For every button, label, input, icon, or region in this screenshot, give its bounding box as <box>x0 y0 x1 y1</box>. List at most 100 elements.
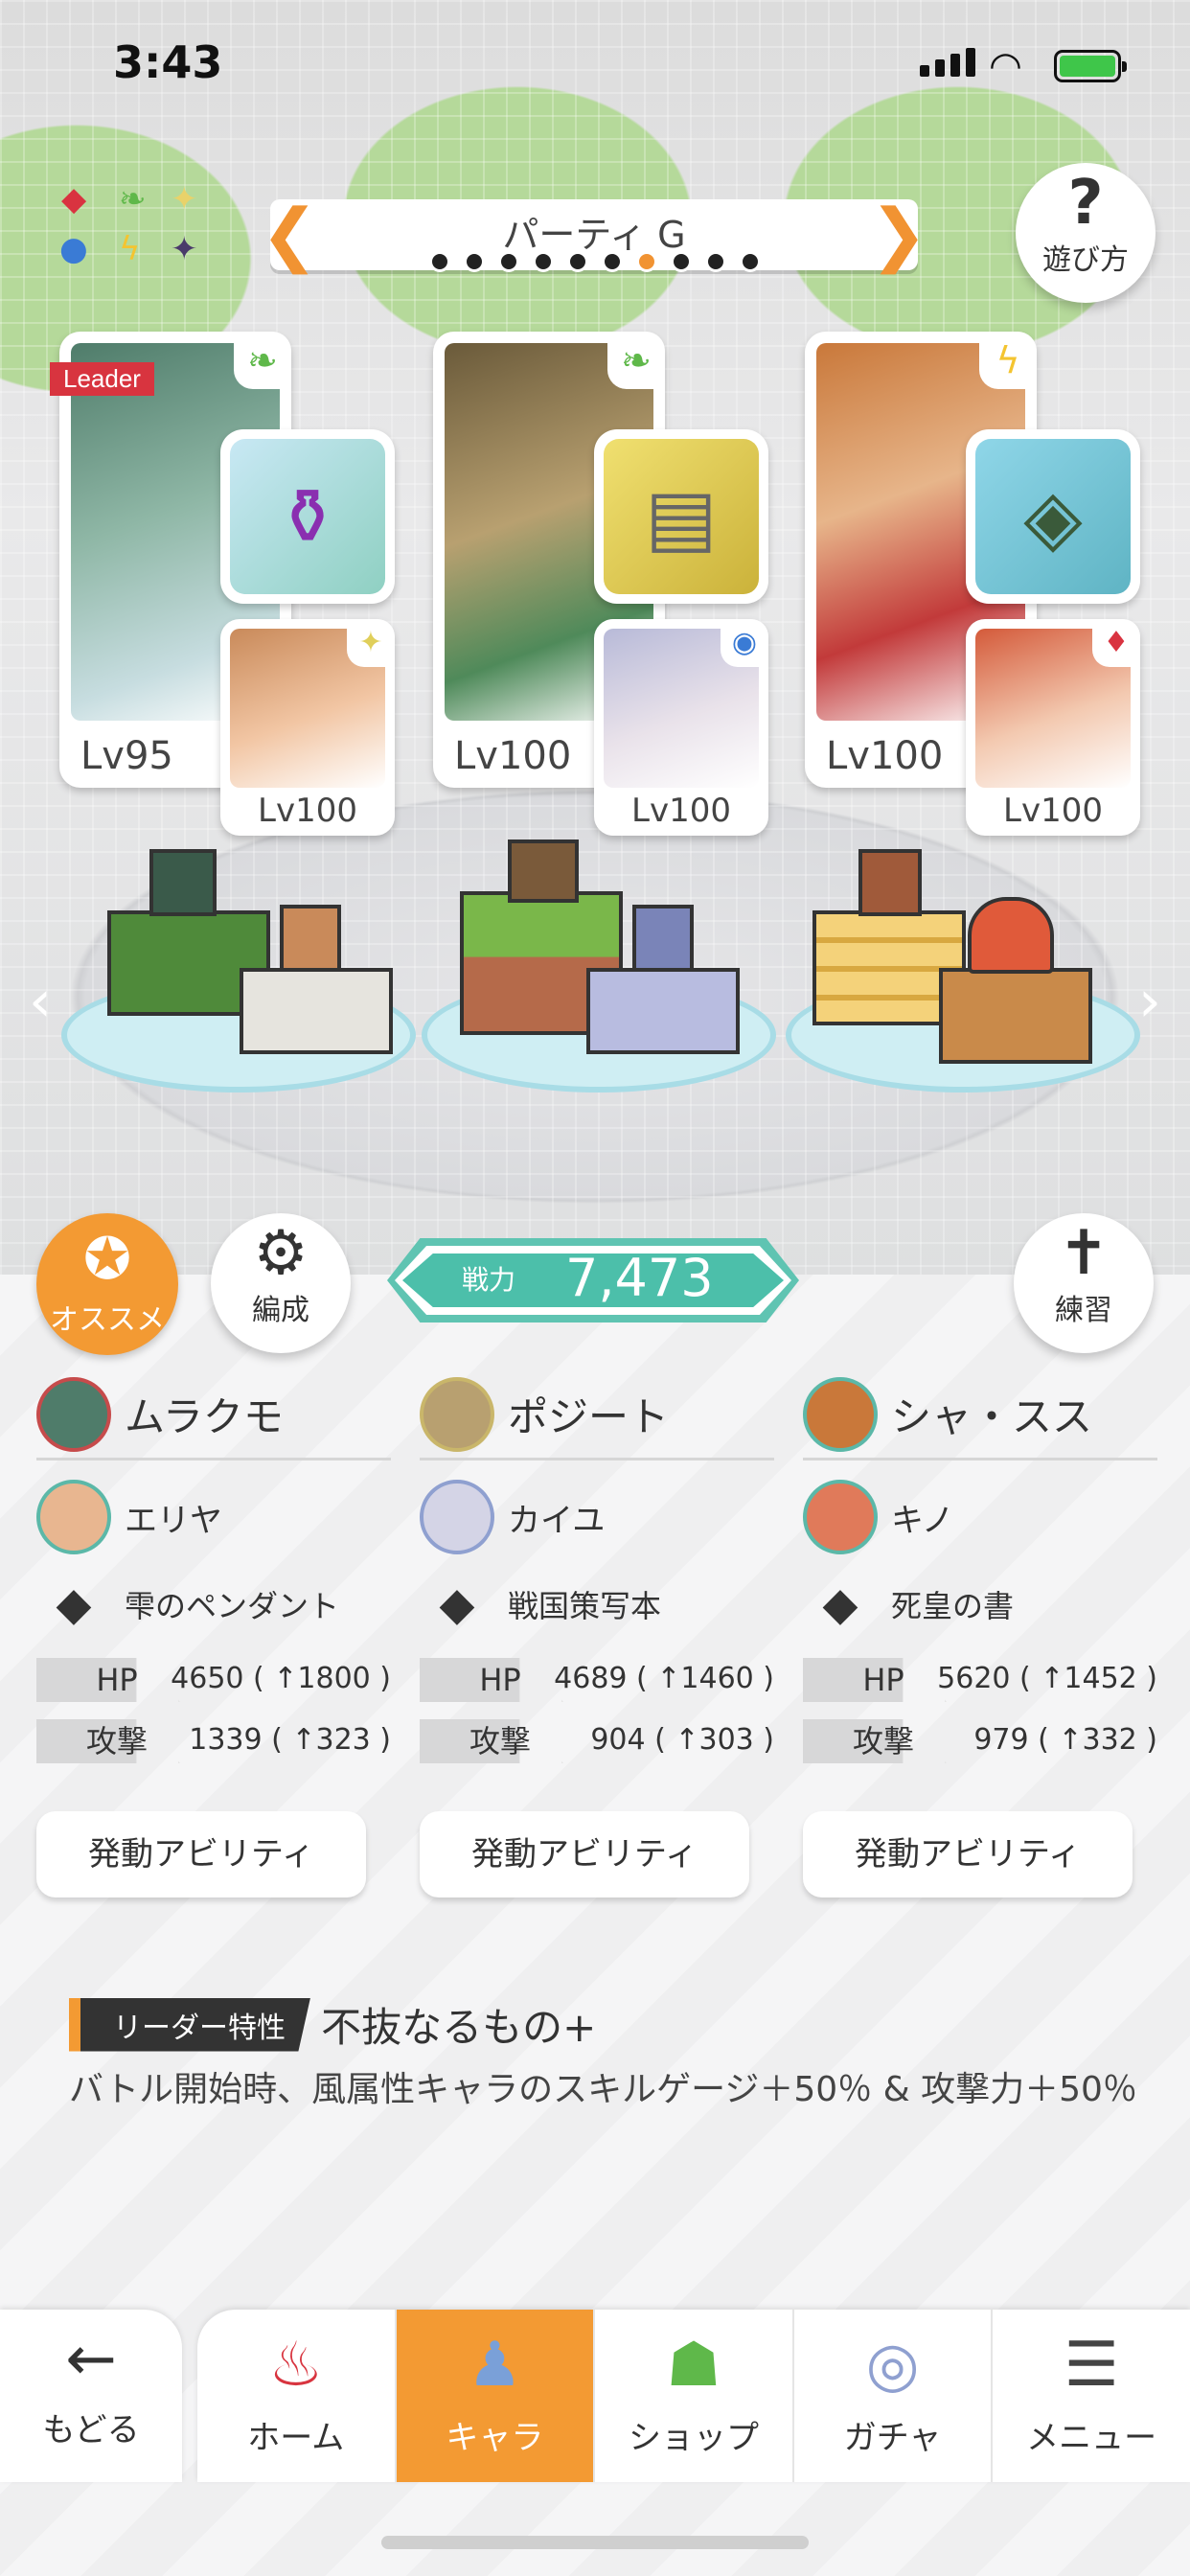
party-dot[interactable] <box>464 251 485 272</box>
wifi-icon: ◠ <box>989 44 1022 88</box>
pixel-block <box>586 968 740 1054</box>
book-icon: ◈ <box>975 439 1131 594</box>
arrow-left-icon: ← <box>65 2324 117 2395</box>
formation-gear-icon: ⚙ <box>253 1218 309 1289</box>
leaf-icon: ❧ <box>119 180 147 218</box>
tab-shop[interactable]: ☗ ショップ <box>595 2310 794 2482</box>
recommend-button[interactable]: ✪ オススメ <box>36 1213 178 1355</box>
pixel-sprite <box>858 849 922 916</box>
pixel-sprite <box>632 905 694 972</box>
pixel-sprite <box>280 905 341 972</box>
potion-icon: ⚱ <box>230 439 385 594</box>
hp-stat: HP 4650 ( ↑1800 ) <box>36 1658 391 1702</box>
pixel-sprite <box>968 897 1054 974</box>
menu-icon: ☰ <box>1064 2330 1119 2401</box>
chara-icon: ♟ <box>467 2330 523 2401</box>
ability-button[interactable]: 発動アビリティ <box>420 1811 749 1898</box>
tab-home[interactable]: ♨ ホーム <box>197 2310 397 2482</box>
hp-stat: HP 5620 ( ↑1452 ) <box>803 1658 1157 1702</box>
main-tabs: ♨ ホーム ♟ キャラ ☗ ショップ ◎ ガチャ ☰ メニュー <box>197 2310 1190 2482</box>
sub-character-row[interactable]: キノ <box>803 1476 1157 1558</box>
home-icon: ♨ <box>268 2330 324 2401</box>
leaf-icon: ❧ <box>234 332 291 389</box>
equipment-bag-icon: ◆ <box>822 1577 858 1631</box>
party-dot[interactable] <box>740 251 761 272</box>
question-icon: ? <box>1067 168 1104 239</box>
scroll-icon: ▤ <box>604 439 759 594</box>
member-column-2: ポジート カイユ ◆ 戦国策写本 HP 4689 ( ↑1460 ) 攻撃 90… <box>420 1376 774 1898</box>
party-page-dots[interactable] <box>0 251 1190 272</box>
sparkle-icon: ✦ <box>347 619 395 667</box>
red-diamonds-icon: ♦ <box>1092 619 1140 667</box>
party-dot[interactable] <box>567 251 588 272</box>
pixel-sprite <box>508 840 579 903</box>
avatar <box>803 1376 878 1452</box>
chevron-left-icon[interactable]: ‹ <box>29 968 52 1035</box>
party-dot[interactable] <box>602 251 623 272</box>
pixel-block <box>939 968 1092 1064</box>
party-dot[interactable] <box>705 251 726 272</box>
sub-character-card-1[interactable]: ✦ Lv100 <box>220 619 395 836</box>
avatar <box>420 1480 494 1554</box>
attack-stat: 攻撃 1339 ( ↑323 ) <box>36 1719 391 1763</box>
attack-stat: 攻撃 904 ( ↑303 ) <box>420 1719 774 1763</box>
leader-trait: リーダー特性 不抜なるもの+ バトル開始時、風属性キャラのスキルゲージ＋50％ … <box>69 1995 1142 2113</box>
party-dot[interactable] <box>429 251 450 272</box>
sparkle-icon: ✦ <box>171 180 198 218</box>
power-label: 戦力 <box>462 1264 516 1296</box>
blue-orb-icon: ◉ <box>721 619 768 667</box>
equipment-row[interactable]: ◆ 死皇の書 <box>803 1568 1157 1641</box>
sub-character-card-2[interactable]: ◉ Lv100 <box>594 619 768 836</box>
cell-signal-icon <box>920 48 975 77</box>
lightning-icon: ϟ <box>979 332 1037 389</box>
equipment-bag-icon: ◆ <box>56 1577 92 1631</box>
equipment-row[interactable]: ◆ 戦国策写本 <box>420 1568 774 1641</box>
equipment-card-2[interactable]: ▤ <box>594 429 768 604</box>
equipment-row[interactable]: ◆ 雫のペンダント <box>36 1568 391 1641</box>
avatar <box>36 1376 111 1452</box>
sub-character-row[interactable]: カイユ <box>420 1476 774 1558</box>
status-bar: 3:43 ◠ <box>0 0 1190 126</box>
bottom-nav: ← もどる ♨ ホーム ♟ キャラ ☗ ショップ ◎ ガチャ ☰ メニュー <box>0 2300 1190 2482</box>
member-column-3: シャ・スス キノ ◆ 死皇の書 HP 5620 ( ↑1452 ) 攻撃 979… <box>803 1376 1157 1898</box>
equipment-bag-icon: ◆ <box>439 1577 475 1631</box>
party-dot-active[interactable] <box>636 251 657 272</box>
pixel-sprite <box>149 849 217 916</box>
status-time: 3:43 <box>113 36 223 88</box>
equipment-card-3[interactable]: ◈ <box>966 429 1140 604</box>
main-character-row[interactable]: ムラクモ <box>36 1376 391 1460</box>
ability-button[interactable]: 発動アビリティ <box>803 1811 1133 1898</box>
practice-button[interactable]: ✝ 練習 <box>1014 1213 1154 1353</box>
tab-chara[interactable]: ♟ キャラ <box>396 2310 596 2482</box>
help-button[interactable]: ? 遊び方 <box>1016 163 1156 303</box>
gacha-icon: ◎ <box>865 2330 920 2401</box>
back-button[interactable]: ← もどる <box>0 2310 182 2482</box>
power-value: 7,473 <box>565 1248 714 1308</box>
training-dummy-icon: ✝ <box>1058 1218 1110 1289</box>
party-dot[interactable] <box>498 251 519 272</box>
tab-gacha[interactable]: ◎ ガチャ <box>794 2310 994 2482</box>
party-power-display: 戦力 7,473 <box>387 1238 799 1322</box>
party-name: パーティ G <box>502 214 686 256</box>
tab-menu[interactable]: ☰ メニュー <box>993 2310 1190 2482</box>
formation-button[interactable]: ⚙ 編成 <box>211 1213 351 1353</box>
party-dot[interactable] <box>533 251 554 272</box>
leaf-icon: ❧ <box>607 332 665 389</box>
attack-stat: 攻撃 979 ( ↑332 ) <box>803 1719 1157 1763</box>
leader-trait-name: 不抜なるもの+ <box>321 2004 597 2051</box>
battery-icon <box>1054 50 1127 82</box>
ability-button[interactable]: 発動アビリティ <box>36 1811 366 1898</box>
sub-character-card-3[interactable]: ♦ Lv100 <box>966 619 1140 836</box>
main-character-row[interactable]: シャ・スス <box>803 1376 1157 1460</box>
member-column-1: ムラクモ エリヤ ◆ 雫のペンダント HP 4650 ( ↑1800 ) 攻撃 … <box>36 1376 391 1898</box>
avatar <box>420 1376 494 1452</box>
leader-tag: Leader <box>50 362 154 396</box>
home-indicator <box>381 2536 809 2549</box>
equipment-card-1[interactable]: ⚱ <box>220 429 395 604</box>
pixel-block <box>240 968 393 1054</box>
party-dot[interactable] <box>671 251 692 272</box>
chevron-right-icon[interactable]: › <box>1138 968 1161 1035</box>
main-character-row[interactable]: ポジート <box>420 1376 774 1460</box>
sub-character-row[interactable]: エリヤ <box>36 1476 391 1558</box>
leader-trait-tag: リーダー特性 <box>69 1997 310 2052</box>
